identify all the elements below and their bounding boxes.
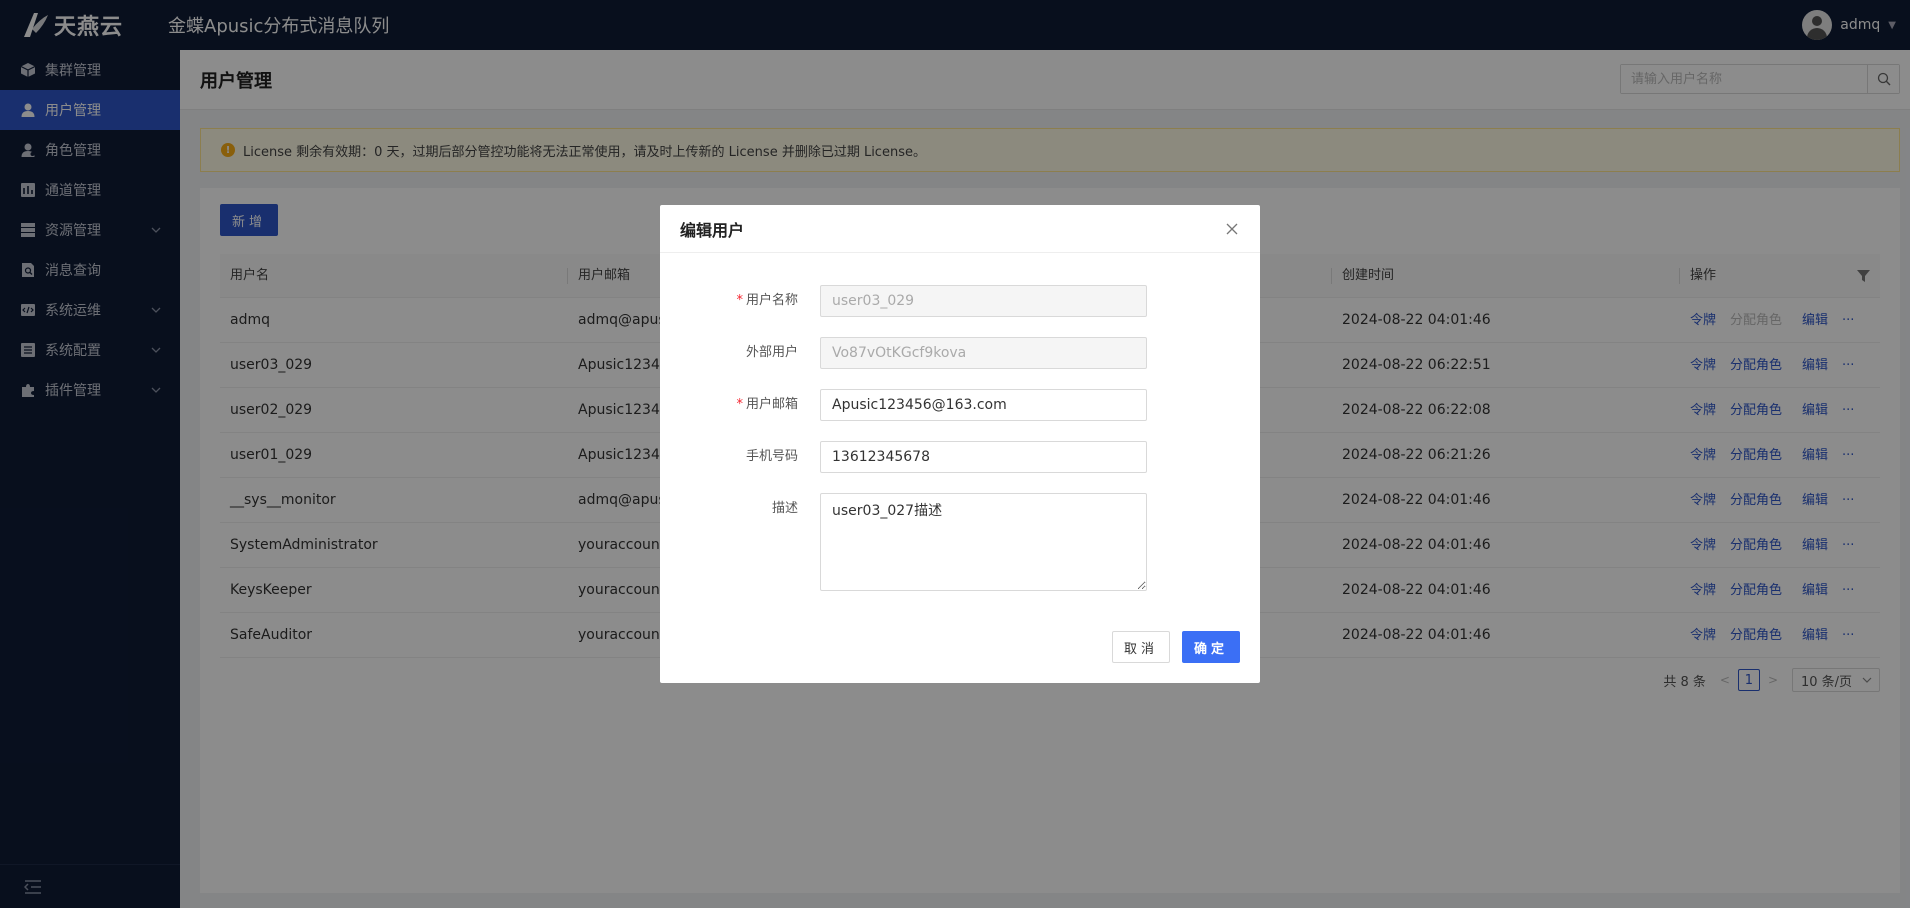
form-row-external-user: 外部用户 bbox=[660, 337, 1260, 369]
form-row-username: * 用户名称 bbox=[660, 285, 1260, 317]
phone-label: 手机号码 bbox=[745, 449, 798, 464]
close-icon[interactable] bbox=[1224, 221, 1240, 237]
edit-user-modal: 编辑用户 *用户名称 外部用户 *用户邮箱 手机号码 描述 user03_027… bbox=[660, 205, 1260, 683]
username-label: * 用户名称 bbox=[736, 293, 798, 308]
modal-header: 编辑用户 bbox=[660, 205, 1260, 253]
form-row-email: * 用户邮箱 bbox=[660, 389, 1260, 421]
external-user-label: 外部用户 bbox=[745, 345, 798, 360]
cancel-button[interactable]: 取消 bbox=[1112, 631, 1170, 663]
phone-field[interactable] bbox=[820, 441, 1147, 473]
confirm-button[interactable]: 确定 bbox=[1182, 631, 1240, 663]
username-field bbox=[820, 285, 1147, 317]
modal-title: 编辑用户 bbox=[680, 220, 745, 240]
email-field[interactable] bbox=[820, 389, 1147, 421]
form-row-phone: 手机号码 bbox=[660, 441, 1260, 473]
form-row-description: 描述 user03_027描述 bbox=[660, 493, 1260, 591]
description-field[interactable]: user03_027描述 bbox=[820, 493, 1147, 591]
email-label: * 用户邮箱 bbox=[736, 397, 798, 412]
description-label: 描述 bbox=[771, 501, 798, 516]
external-user-field bbox=[820, 337, 1147, 369]
